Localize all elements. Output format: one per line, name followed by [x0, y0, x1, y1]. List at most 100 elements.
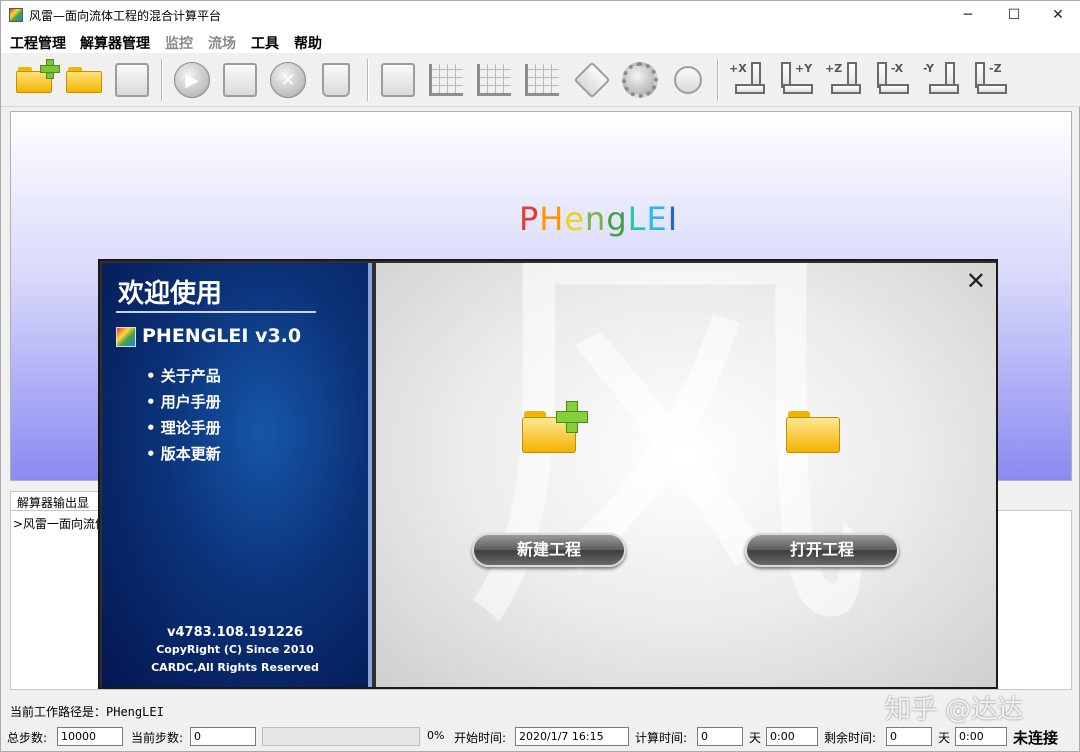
grid-plot-icon [429, 64, 463, 96]
work-path: 当前工作路径是：PHengLEI [10, 705, 164, 719]
welcome-dialog: 欢迎使用 PHENGLEI v3.0 • 关于产品 • 用户手册 • 理论手册 … [98, 259, 998, 689]
axis-view-icon: -Z [971, 60, 1013, 100]
connection-status: 未连接 [1013, 729, 1059, 747]
close-button[interactable]: ✕ [1035, 1, 1080, 29]
brand-letter: e [564, 200, 586, 238]
magnifier-icon [674, 66, 702, 94]
new-project-folder-icon[interactable] [522, 401, 588, 453]
folder-icon [66, 67, 102, 93]
remain-days-field[interactable]: 0 [886, 727, 932, 746]
calc-time-label: 计算时间: [635, 731, 688, 745]
toolbar-separator [161, 59, 163, 101]
output-line: >风雷一面向流体 [13, 517, 108, 531]
search-tool[interactable] [667, 59, 709, 101]
axis-view-icon: +X [729, 60, 771, 100]
open-project-button[interactable]: 打开工程 [745, 533, 899, 567]
open-project-tool[interactable] [63, 59, 105, 101]
open-project-folder-icon[interactable] [786, 411, 840, 453]
dialog-close-icon[interactable]: ✕ [966, 267, 986, 295]
residual-plot-tool[interactable] [425, 59, 467, 101]
axis-view-icon: +Z [825, 60, 867, 100]
view-plus-z-button[interactable]: +Z [825, 59, 867, 101]
new-project-tool[interactable] [13, 59, 60, 101]
maximize-button[interactable]: ☐ [991, 1, 1037, 29]
delete-tool[interactable] [315, 59, 357, 101]
toolbar: ▶ ✕ +X +Y +Z -X -Y -Z [1, 53, 1080, 107]
window-title: 风雷—面向流体工程的混合计算平台 [29, 9, 222, 23]
progress-bar [262, 727, 420, 746]
start-time-label: 开始时间: [454, 731, 507, 745]
axis-view-icon: -X [873, 60, 915, 100]
menu-help[interactable]: 帮助 [294, 33, 322, 53]
play-icon: ▶ [174, 62, 210, 98]
force-plot-tool[interactable] [473, 59, 515, 101]
remain-clock-field[interactable]: 0:00 [955, 727, 1007, 746]
chart-monitor-icon [381, 63, 415, 97]
app-window: 风雷—面向流体工程的混合计算平台 ─ ☐ ✕ 工程管理 解算器管理 监控 流场 … [0, 0, 1080, 752]
dialog-sidebar: 欢迎使用 PHENGLEI v3.0 • 关于产品 • 用户手册 • 理论手册 … [102, 263, 372, 687]
app-icon [9, 8, 23, 22]
overlay-watermark: 知乎 @达达 [885, 695, 1024, 725]
aircraft-tool[interactable] [571, 59, 613, 101]
document-icon [223, 63, 257, 97]
welcome-heading: 欢迎使用 [118, 279, 223, 309]
view-minus-x-button[interactable]: -X [873, 59, 915, 101]
title-bar: 风雷—面向流体工程的混合计算平台 ─ ☐ ✕ [1, 1, 1080, 29]
stop-tool[interactable]: ✕ [267, 59, 309, 101]
menu-tools[interactable]: 工具 [251, 33, 279, 53]
link-about-product[interactable]: • 关于产品 [146, 365, 221, 386]
minimize-button[interactable]: ─ [945, 1, 991, 29]
total-steps-label: 总步数: [7, 731, 48, 745]
link-theory-manual[interactable]: • 理论手册 [146, 417, 221, 438]
brand-letter: H [539, 200, 565, 238]
brand-letter: L [627, 200, 647, 238]
axis-view-icon: +Y [777, 60, 819, 100]
view-plus-y-button[interactable]: +Y [777, 59, 819, 101]
day-unit: 天 [749, 731, 762, 745]
grid-plot-icon [477, 64, 511, 96]
floppy-icon [115, 63, 149, 97]
rights-text: CARDC,All Rights Reserved [151, 661, 319, 674]
current-step-field[interactable]: 0 [190, 727, 256, 746]
grid-plot-icon [525, 64, 559, 96]
log-tool[interactable] [219, 59, 261, 101]
save-tool[interactable] [111, 59, 153, 101]
new-project-button[interactable]: 新建工程 [472, 533, 626, 567]
status-bar: 总步数: 10000 当前步数: 0 0% 开始时间: 2020/1/7 16:… [1, 725, 1080, 749]
remaining-time-label: 剩余时间: [824, 731, 877, 745]
new-folder-icon [16, 59, 60, 93]
link-version-update[interactable]: • 版本更新 [146, 443, 221, 464]
settings-tool[interactable] [619, 59, 661, 101]
toolbar-separator [367, 59, 369, 101]
view-minus-z-button[interactable]: -Z [971, 59, 1013, 101]
menu-solver[interactable]: 解算器管理 [80, 33, 150, 53]
brand-logo-text: PHengLEI [519, 200, 678, 238]
trash-icon [322, 63, 350, 97]
start-time-field[interactable]: 2020/1/7 16:15 [515, 727, 629, 746]
monitor-tool[interactable] [377, 59, 419, 101]
copyright-text: CopyRight (C) Since 2010 [156, 643, 314, 656]
toolbar-separator [717, 59, 719, 101]
view-minus-y-button[interactable]: -Y [923, 59, 965, 101]
link-user-manual[interactable]: • 用户手册 [146, 391, 221, 412]
calc-days-field[interactable]: 0 [697, 727, 743, 746]
menu-project[interactable]: 工程管理 [10, 33, 66, 53]
product-name: PHENGLEI v3.0 [142, 325, 302, 347]
product-logo-icon [116, 327, 136, 347]
menu-bar: 工程管理 解算器管理 监控 流场 工具 帮助 [1, 29, 1080, 53]
brand-letter: I [667, 200, 679, 238]
day-unit: 天 [938, 731, 951, 745]
calc-clock-field[interactable]: 0:00 [766, 727, 818, 746]
menu-flowfield[interactable]: 流场 [208, 33, 236, 53]
view-plus-x-button[interactable]: +X [729, 59, 771, 101]
run-tool[interactable]: ▶ [171, 59, 213, 101]
total-steps-field[interactable]: 10000 [57, 727, 123, 746]
progress-percent: 0% [427, 729, 445, 742]
tab-solver-output[interactable]: 解算器输出显示 [10, 491, 102, 527]
axis-view-icon: -Y [923, 60, 965, 100]
dialog-content: 风 ✕ 新建工程 打开工程 [376, 263, 996, 687]
stop-icon: ✕ [270, 62, 306, 98]
curve-plot-tool[interactable] [521, 59, 563, 101]
menu-monitor[interactable]: 监控 [165, 33, 193, 53]
gear-icon [622, 62, 658, 98]
